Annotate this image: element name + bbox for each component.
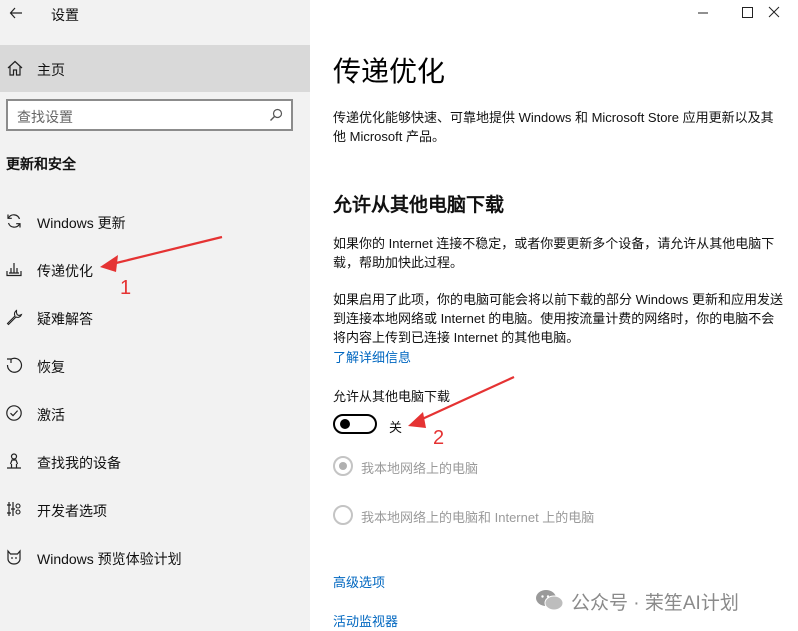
- wechat-logo-icon: [536, 590, 564, 611]
- delivery-optimization-icon: [6, 263, 22, 277]
- app-title: 设置: [51, 7, 79, 23]
- info-paragraph-1: 如果你的 Internet 连接不稳定，或者你要更新多个设备，请允许从其他电脑下…: [333, 236, 775, 270]
- sidebar-item-developer-options[interactable]: 开发者选项: [0, 489, 310, 529]
- sidebar-item-label: 查找我的设备: [37, 455, 121, 471]
- wrench-icon: [6, 309, 23, 326]
- radio-local-and-internet[interactable]: [333, 505, 353, 525]
- close-icon: [768, 6, 780, 18]
- minimize-icon: [698, 12, 708, 14]
- sidebar-item-label: 主页: [37, 62, 65, 78]
- cat-icon: [7, 549, 21, 565]
- sidebar-item-label: 激活: [37, 407, 65, 423]
- activity-monitor-link[interactable]: 活动监视器: [333, 611, 398, 630]
- radio-label-local-network: 我本地网络上的电脑: [361, 461, 479, 476]
- radio-selected-dot: [339, 462, 347, 470]
- sidebar-item-windows-insider[interactable]: Windows 预览体验计划: [0, 537, 310, 577]
- search-input[interactable]: 查找设置: [6, 99, 293, 131]
- developer-icon: [7, 502, 21, 516]
- search-placeholder: 查找设置: [17, 109, 73, 125]
- advanced-options-link[interactable]: 高级选项: [333, 572, 385, 591]
- toggle-knob: [340, 419, 350, 429]
- close-button[interactable]: [762, 0, 798, 26]
- title-bar: 设置: [0, 0, 310, 28]
- person-location-icon: [7, 453, 21, 469]
- page-description: 传递优化能够快速、可靠地提供 Windows 和 Microsoft Store…: [333, 110, 774, 144]
- radio-label-local-and-internet: 我本地网络上的电脑和 Internet 上的电脑: [361, 510, 595, 525]
- sidebar-item-label: 恢复: [37, 359, 65, 375]
- back-button[interactable]: [4, 2, 28, 24]
- sidebar-item-troubleshoot[interactable]: 疑难解答: [0, 297, 310, 337]
- sidebar-item-activation[interactable]: 激活: [0, 393, 310, 433]
- allow-downloads-toggle[interactable]: [333, 414, 377, 434]
- home-icon: [7, 60, 23, 76]
- sidebar-item-delivery-optimization[interactable]: 传递优化: [0, 249, 310, 289]
- section-heading: 更新和安全: [6, 156, 76, 172]
- sidebar-item-label: 开发者选项: [37, 503, 107, 519]
- back-arrow-icon: [9, 7, 22, 19]
- watermark-text: 公众号 · 茉笙AI计划: [571, 593, 739, 614]
- sidebar-item-label: 传递优化: [37, 263, 93, 279]
- recovery-icon: [6, 357, 23, 373]
- sync-icon: [7, 214, 21, 228]
- sidebar-item-find-my-device[interactable]: 查找我的设备: [0, 441, 310, 481]
- toggle-label: 允许从其他电脑下载: [333, 389, 451, 404]
- radio-local-network[interactable]: [333, 456, 353, 476]
- minimize-button[interactable]: [680, 0, 726, 26]
- toggle-state-label: 关: [389, 420, 403, 435]
- check-circle-icon: [6, 405, 22, 421]
- sidebar: 设置 主页 查找设置 更新和安全 Windows 更新 传递优化 疑难解答 恢复…: [0, 0, 310, 631]
- sidebar-item-label: Windows 更新: [37, 215, 126, 231]
- sidebar-item-label: 疑难解答: [37, 311, 93, 327]
- sidebar-item-home[interactable]: 主页: [0, 45, 310, 92]
- annotation-number-2: 2: [433, 427, 445, 449]
- sidebar-item-windows-update[interactable]: Windows 更新: [0, 201, 310, 241]
- sidebar-item-label: Windows 预览体验计划: [37, 551, 182, 567]
- search-icon: [270, 108, 283, 121]
- annotation-number-1: 1: [120, 277, 132, 299]
- learn-more-link[interactable]: 了解详细信息: [333, 347, 411, 366]
- section-heading-allow-downloads: 允许从其他电脑下载: [333, 195, 505, 216]
- sidebar-item-recovery[interactable]: 恢复: [0, 345, 310, 385]
- page-title: 传递优化: [333, 56, 446, 87]
- info-paragraph-2: 如果启用了此项，你的电脑可能会将以前下载的部分 Windows 更新和应用发送到…: [333, 292, 783, 345]
